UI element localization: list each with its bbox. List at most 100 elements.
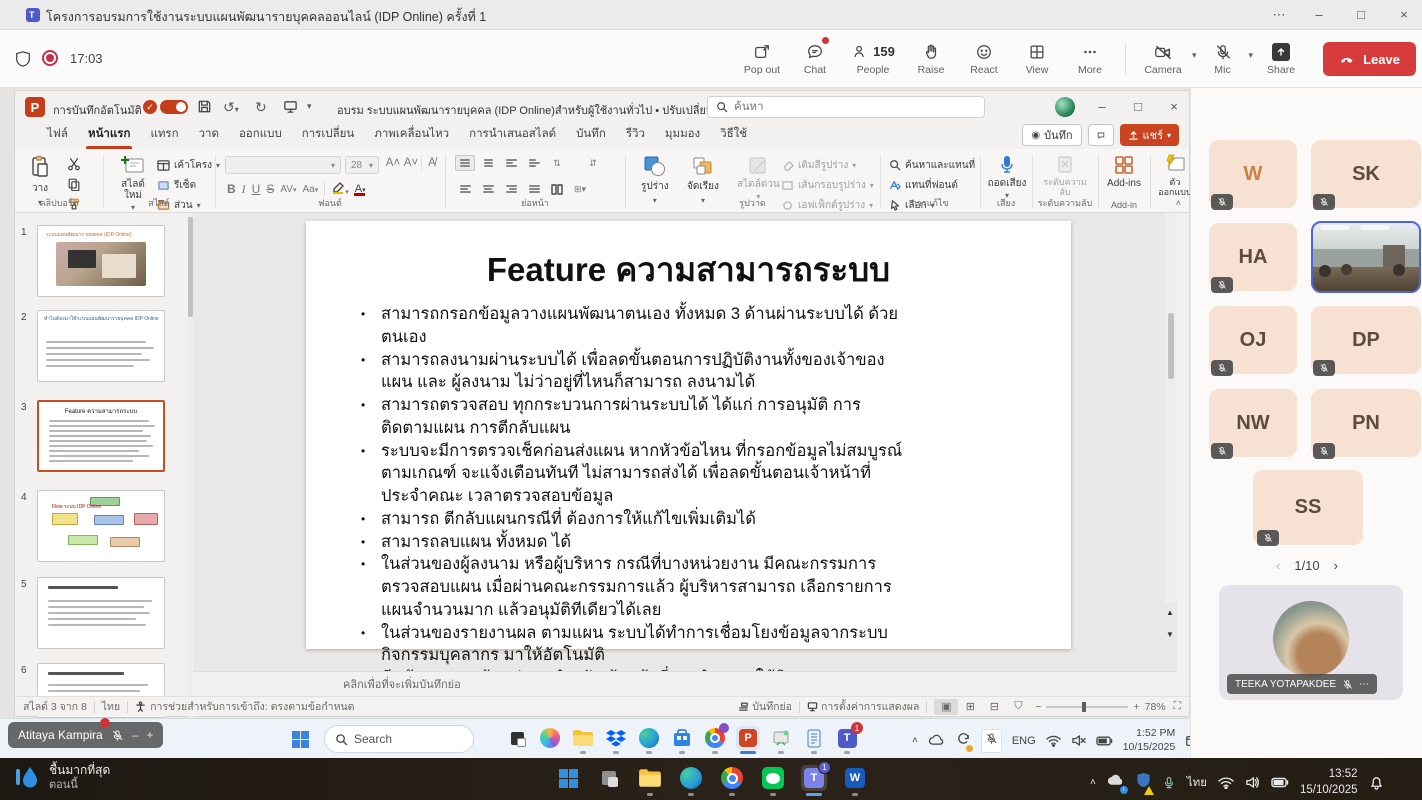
font-color-button[interactable]: A▾ [355,183,366,195]
page-previous-icon[interactable]: ‹ [1276,558,1280,573]
align-left-button[interactable] [455,181,475,197]
char-spacing-button[interactable]: AV▾ [280,184,296,195]
view-button[interactable]: View [1011,33,1063,85]
tray-mic-icon[interactable] [1162,775,1176,790]
language-indicator[interactable]: ENG [1012,735,1036,747]
undo-icon[interactable]: ↺▾ [223,99,239,116]
file-explorer-icon[interactable] [637,765,663,791]
presenter-overlay[interactable]: Atitaya Kampira – + [8,722,163,748]
people-button[interactable]: 159 People [842,33,904,85]
copilot-icon[interactable] [538,726,562,750]
reading-view-button[interactable]: ⊟ [982,699,1006,715]
previous-slide-button[interactable]: ▲ [1164,607,1176,619]
increase-indent-button[interactable] [524,155,544,171]
ppt-share-button[interactable]: แชร์ ▾ [1120,124,1179,146]
slide-number-indicator[interactable]: สไลด์ 3 จาก 8 [23,698,87,715]
convert-smartart-button[interactable]: ⊞▾ [570,181,590,197]
designer-button[interactable]: ตัวออกแบบ [1155,154,1195,198]
participant-video-tile[interactable] [1311,221,1421,293]
addins-button[interactable]: Add-ins [1103,154,1145,189]
collapse-ribbon-icon[interactable]: ˄ [1176,198,1181,208]
notepad-icon[interactable] [802,726,826,750]
overlay-expand-icon[interactable]: + [146,728,153,742]
chrome-icon[interactable] [703,726,727,750]
camera-chevron-icon[interactable]: ▾ [1192,50,1197,61]
tab-transitions[interactable]: การเปลี่ยน [292,120,364,149]
volume-muted-icon[interactable] [1071,734,1086,747]
share-screen-button[interactable]: Share [1254,33,1308,85]
quick-styles-button[interactable]: สไตล์ด่วน▾ [737,155,780,201]
battery-icon[interactable] [1096,736,1113,746]
onedrive-icon[interactable] [928,734,946,747]
taskbar-search-box[interactable]: Search [324,725,474,753]
more-button[interactable]: More [1064,33,1116,85]
normal-view-button[interactable]: ▣ [934,699,958,715]
chat-button[interactable]: Chat [789,33,841,85]
raise-hand-button[interactable]: Raise [905,33,957,85]
dictate-button[interactable]: ถอดเสียง▾ [987,154,1027,200]
reset-button[interactable]: รีเซ็ต [157,177,220,193]
tab-home[interactable]: หน้าแรก [78,120,140,149]
window-maximize-icon[interactable]: □ [1344,7,1378,22]
featured-participant-tile[interactable]: TEEKA YOTAPAKDEE ⋯ [1219,585,1403,700]
layout-button[interactable]: เค้าโครง▾ [157,157,220,173]
grow-font-button[interactable]: A˄ [385,157,401,169]
tray-mic-muted-icon[interactable] [981,729,1002,753]
fit-to-window-icon[interactable]: ⛶ [1174,700,1181,713]
tab-animations[interactable]: ภาพเคลื่อนไหว [364,120,459,149]
justify-button[interactable] [524,181,544,197]
tray-clock[interactable]: 1:52 PM 10/15/2025 [1123,727,1176,754]
overlay-minimize-icon[interactable]: – [132,728,139,742]
tab-insert[interactable]: แทรก [140,120,188,149]
record-presentation-button[interactable]: ◉ บันทึก [1022,124,1081,146]
teams-taskbar-icon[interactable]: T 1 [801,765,827,791]
tab-draw[interactable]: วาด [189,120,229,149]
slide-thumbnail-4[interactable]: Flow ระบบ IDP Online [37,490,165,562]
tab-review[interactable]: รีวิว [616,120,655,149]
highlight-button[interactable]: ▾ [331,181,349,197]
security-shield-icon[interactable] [1136,772,1151,793]
zoom-slider[interactable] [1046,706,1128,708]
popout-button[interactable]: Pop out [736,33,788,85]
qat-customize-icon[interactable]: ▾ [307,101,312,112]
window-more-icon[interactable]: ⋯ [1262,7,1296,23]
bullets-button[interactable] [455,155,475,171]
page-next-icon[interactable]: › [1334,558,1338,573]
windows-start-icon[interactable] [292,731,309,748]
tab-help[interactable]: วิธีใช้ [710,120,757,149]
notes-bar[interactable]: คลิกเพื่อที่จะเพิ่มบันทึกย่อ [193,671,1177,696]
accessibility-status[interactable]: การช่วยสำหรับการเข้าถึง: ตรงตามข้อกำหนด [150,698,354,715]
replace-fonts-button[interactable]: แทนที่ฟอนต์ [889,177,975,193]
ppt-search-box[interactable]: ค้นหา [707,96,985,118]
notification-bell-icon[interactable] [1369,775,1384,790]
shape-fill-button[interactable]: เติมสีรูปร่าง▾ [781,157,874,173]
underline-button[interactable]: U [252,182,261,196]
volume-icon[interactable] [1245,776,1260,789]
redo-icon[interactable]: ↻ [255,99,267,116]
snipping-tool-icon[interactable] [769,726,793,750]
sync-icon[interactable] [956,731,971,751]
font-name-combobox[interactable]: ▾ [225,156,341,174]
word-icon[interactable]: W [842,765,868,791]
mic-chevron-icon[interactable]: ▾ [1249,50,1254,61]
slide-thumbnail-5[interactable] [37,577,165,649]
tab-view[interactable]: มุมมอง [655,120,710,149]
teams-taskbar-icon[interactable]: T 1 [835,726,859,750]
numbering-button[interactable] [478,155,498,171]
window-close-icon[interactable]: × [1387,7,1421,22]
zoom-in-button[interactable]: + [1133,701,1139,713]
edge-icon[interactable] [637,726,661,750]
slide-scrollbar[interactable] [1165,213,1177,603]
zoom-out-button[interactable]: − [1035,701,1041,713]
edge-icon[interactable] [678,765,704,791]
change-case-button[interactable]: Aa▾ [302,184,318,195]
ppt-restore-icon[interactable]: □ [1121,99,1155,114]
language-indicator[interactable]: ไทย [1187,774,1207,792]
store-icon[interactable] [670,726,694,750]
autosave-toggle[interactable]: ✓ [143,100,188,114]
file-explorer-icon[interactable] [571,726,595,750]
tab-design[interactable]: ออกแบบ [229,120,292,149]
wifi-icon[interactable] [1218,777,1234,789]
onedrive-icon[interactable]: i [1107,774,1125,792]
strikethrough-button[interactable]: S [266,182,274,196]
